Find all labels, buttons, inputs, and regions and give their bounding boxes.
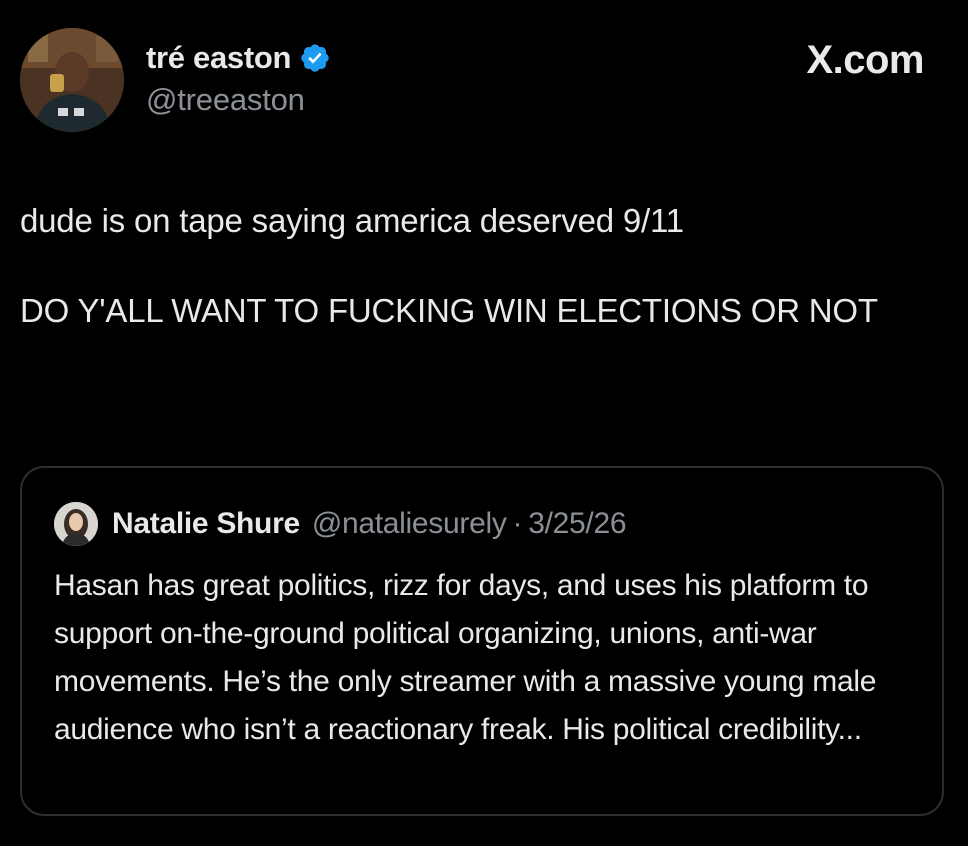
quoted-author-handle[interactable]: @nataliesurely [312,507,507,541]
tweet-text: dude is on tape saying america deserved … [20,198,950,333]
quoted-date[interactable]: 3/25/26 [528,507,626,541]
quoted-tweet-text: Hasan has great politics, rizz for days,… [54,569,877,746]
author-names: tré easton @treeaston [146,38,331,118]
tweet-text-line: dude is on tape saying america deserved … [20,202,684,239]
quoted-tweet[interactable]: Natalie Shure @nataliesurely · 3/25/26 H… [20,466,944,816]
verified-badge-icon [299,42,331,74]
display-name-row: tré easton [146,38,331,78]
author-handle[interactable]: @treeaston [146,82,331,118]
tweet-card: tré easton @treeaston X.com dude is on t… [0,0,968,846]
quoted-author-name[interactable]: Natalie Shure [112,507,300,541]
site-label: X.com [806,38,924,82]
separator-dot: · [512,507,523,540]
quoted-author-avatar[interactable] [54,502,98,546]
quoted-tweet-header: Natalie Shure @nataliesurely · 3/25/26 [54,502,627,546]
tweet-text-line: DO Y'ALL WANT TO FUCKING WIN ELECTIONS O… [20,292,878,329]
author-display-name[interactable]: tré easton [146,40,291,76]
tweet-header: tré easton @treeaston X.com [20,24,948,136]
author-avatar[interactable] [20,28,124,132]
